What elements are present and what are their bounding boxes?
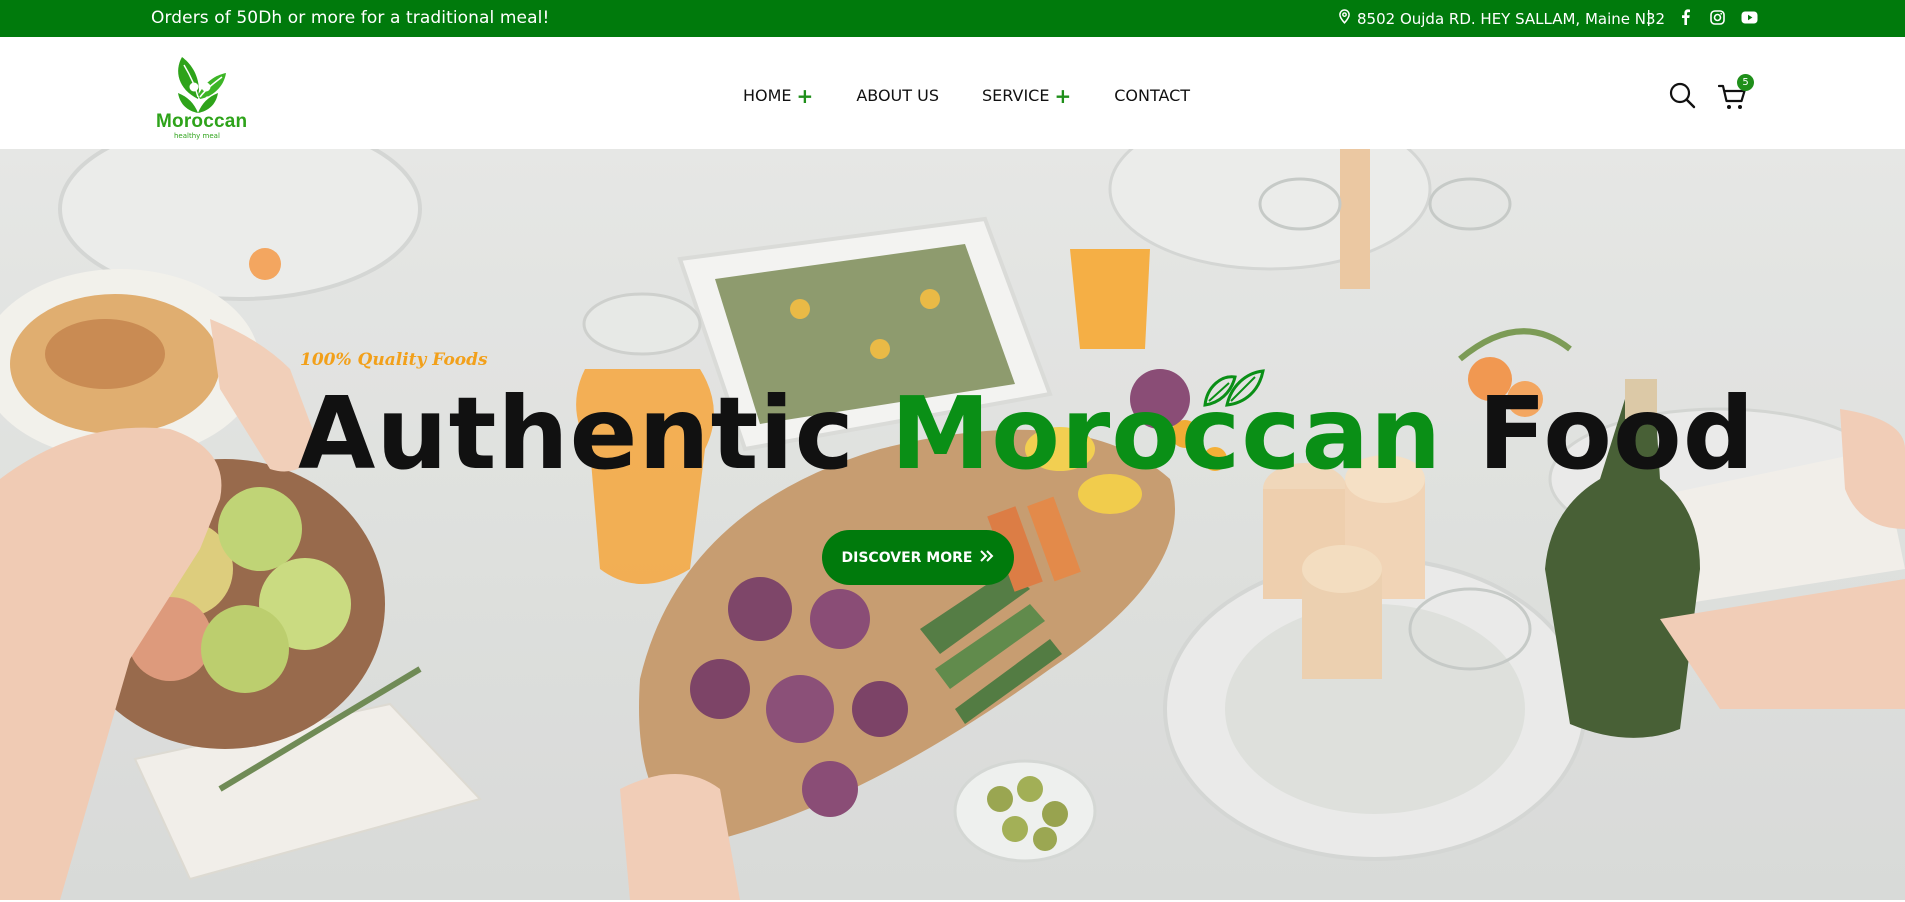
double-chevron-right-icon (980, 549, 994, 566)
main-header: Moroccan healthy meal HOME + ABOUT US SE… (0, 37, 1905, 149)
logo-wordmark: Moroccan (156, 111, 248, 132)
nav-item-label: ABOUT US (856, 86, 939, 105)
nav-item-contact[interactable]: CONTACT (1114, 86, 1190, 105)
plus-icon: + (796, 83, 814, 108)
discover-more-label: DISCOVER MORE (841, 549, 973, 566)
nav-item-about[interactable]: ABOUT US (856, 86, 939, 105)
social-links (1676, 8, 1758, 26)
hero-banner: 100% Quality Foods Authentic Moroccan Fo… (0, 149, 1905, 900)
nav-item-label: SERVICE (981, 86, 1050, 105)
facebook-icon[interactable] (1676, 8, 1694, 26)
address-text: 8502 Oujda RD. HEY SALLAM, Maine N32 (1357, 9, 1666, 28)
headline-highlight: Moroccan (890, 375, 1443, 492)
site-logo[interactable]: Moroccan healthy meal (150, 55, 248, 143)
headline-part-3: Food (1442, 375, 1756, 492)
location-pin-icon (1338, 9, 1351, 28)
cart-button[interactable]: 5 (1717, 74, 1754, 112)
nav-item-home[interactable]: HOME + (743, 83, 814, 108)
search-icon[interactable] (1668, 81, 1696, 113)
leaf-icon (1203, 369, 1265, 407)
instagram-icon[interactable] (1708, 8, 1726, 26)
main-nav: HOME + ABOUT US SERVICE + CONTACT (743, 83, 1190, 108)
nav-item-label: HOME (743, 86, 792, 105)
hero-tagline: 100% Quality Foods (300, 350, 488, 370)
divider: | (1646, 7, 1652, 26)
nav-item-service[interactable]: SERVICE + (981, 83, 1072, 108)
cart-count-badge: 5 (1737, 74, 1754, 91)
youtube-icon[interactable] (1740, 8, 1758, 26)
header-actions: 5 (1668, 74, 1754, 113)
logo-tagline: healthy meal (174, 132, 220, 140)
address: 8502 Oujda RD. HEY SALLAM, Maine N32 (1338, 9, 1665, 28)
plus-icon: + (1054, 83, 1072, 108)
promo-text: Orders of 50Dh or more for a traditional… (151, 8, 550, 28)
discover-more-button[interactable]: DISCOVER MORE (822, 530, 1014, 585)
nav-item-label: CONTACT (1114, 86, 1191, 105)
hero-background-image (0, 149, 1905, 900)
headline-part-1: Authentic (298, 375, 891, 492)
hero-headline: Authentic Moroccan Food (298, 375, 1755, 492)
top-bar: Orders of 50Dh or more for a traditional… (0, 0, 1905, 37)
leaf-logo-icon (178, 57, 226, 113)
